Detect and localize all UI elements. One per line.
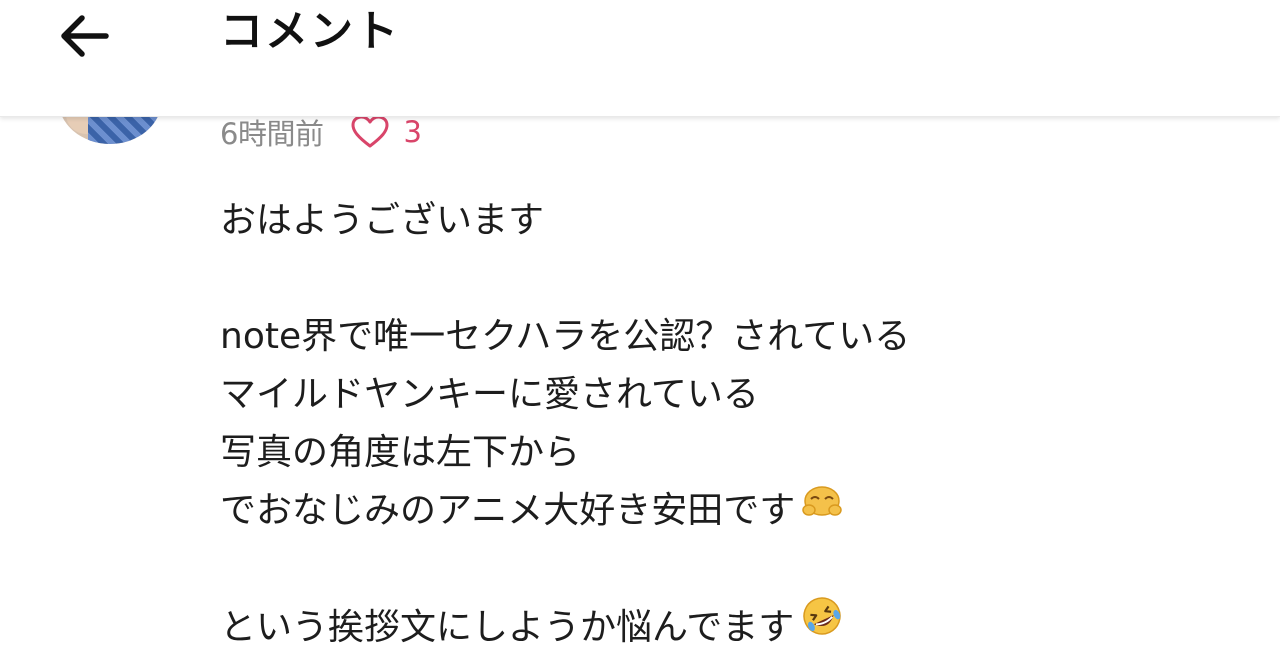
comment-line-with-emoji: という挨拶文にしようか悩んでます [220, 597, 1260, 656]
rolling-laughing-emoji [800, 594, 844, 656]
comment-line-with-emoji: でおなじみのアニメ大好き安田です [220, 482, 1260, 540]
comment-timestamp: 6時間前 [220, 117, 324, 151]
comment-line: note界で唯一セクハラを公認？されている [220, 316, 911, 357]
comment-line: おはようございます [220, 200, 545, 241]
header-bar: コメント [0, 0, 1280, 117]
bowing-face-emoji [801, 479, 843, 537]
comment-line: 写真の角度は左下から [220, 432, 581, 473]
heart-outline-icon [351, 115, 389, 148]
comment-line: マイルドヤンキーに愛されている [220, 374, 759, 415]
arrow-left-icon [61, 15, 109, 57]
page-title: コメント [220, 7, 400, 57]
comment-blank-line [220, 540, 1260, 598]
like-button[interactable]: 3 [351, 115, 422, 149]
comment-blank-line [220, 250, 1260, 308]
comment-line-text: でおなじみのアニメ大好き安田です [220, 490, 796, 531]
comment-line-text: という挨拶文にしようか悩んでます [220, 607, 795, 648]
comment-screen: 6時間前 3 おはようございます note界で唯一セクハラを公認？されている マ… [0, 0, 1280, 669]
comment-body: おはようございます note界で唯一セクハラを公認？されている マイルドヤンキー… [220, 192, 1260, 656]
like-count: 3 [403, 115, 422, 149]
back-button[interactable] [52, 8, 116, 64]
